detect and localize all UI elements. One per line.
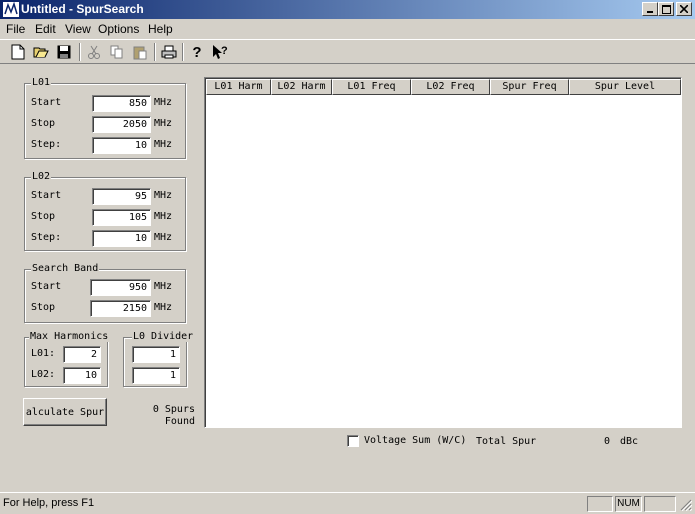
column-header-lo2-harm[interactable]: L02 Harm [271,79,332,95]
status-bar: For Help, press F1 NUM [0,492,695,514]
voltage-sum-label: Voltage Sum (W/C) [364,435,467,446]
lo2-stop-label: Stop [31,211,56,222]
toolbar-separator [182,43,184,61]
menu-help[interactable]: Help [148,22,173,36]
lo-divider-group: L0 Divider 1 1 [123,331,195,387]
save-icon[interactable] [54,43,74,61]
lo-divider-input-1[interactable]: 1 [132,346,180,363]
lo1-step-label: Step: [31,139,62,150]
spurs-found-count: 0 Spurs [152,404,195,415]
search-band-title: Search Band [31,263,100,274]
maximize-icon [661,4,671,14]
context-help-icon[interactable]: ? [210,43,230,61]
app-icon[interactable] [3,1,19,17]
title-bar: Untitled - SpurSearch [0,0,695,19]
menu-file[interactable]: File [6,22,25,36]
status-panel-scroll [644,496,676,512]
toolbar: ? ? [0,39,695,64]
lo2-step-label: Step: [31,232,62,243]
copy-icon[interactable] [107,43,127,61]
lo2-start-input[interactable]: 95 [92,188,151,205]
minimize-icon [647,11,653,13]
calculate-spur-button[interactable]: alculate Spur [23,398,107,426]
menu-bar: File Edit View Options Help [0,19,695,38]
max-harmonics-group: Max Harmonics L01: 2 L02: 10 [24,331,110,387]
search-band-start-input[interactable]: 950 [90,279,151,296]
harmonics-lo2-label: L02: [31,369,56,380]
spurs-found-label: Found [164,416,195,427]
harmonics-lo2-input[interactable]: 10 [63,367,101,384]
lo2-stop-input[interactable]: 105 [92,209,151,226]
harmonics-lo1-label: L01: [31,348,56,359]
lo1-start-input[interactable]: 850 [92,95,151,112]
lo1-start-unit: MHz [154,97,173,108]
lo1-stop-input[interactable]: 2050 [92,116,151,133]
minimize-button[interactable] [642,2,658,16]
close-button[interactable] [676,2,692,16]
search-band-stop-input[interactable]: 2150 [90,300,151,317]
search-band-stop-unit: MHz [154,302,173,313]
lo1-step-unit: MHz [154,139,173,150]
lo2-group: L02 Start 95 MHz Stop 105 MHz Step: 10 M… [24,171,186,251]
open-folder-icon[interactable] [31,43,51,61]
menu-view[interactable]: View [65,22,91,36]
maximize-button[interactable] [658,2,674,16]
total-spur-label: Total Spur [476,436,537,447]
column-header-spur-freq[interactable]: Spur Freq [490,79,569,95]
lo-divider-input-2[interactable]: 1 [132,367,180,384]
lo2-step-unit: MHz [154,232,173,243]
search-band-start-unit: MHz [154,281,173,292]
status-help-text: For Help, press F1 [3,497,95,509]
close-icon [680,5,688,13]
menu-edit[interactable]: Edit [35,22,56,36]
menu-options[interactable]: Options [98,22,139,36]
search-band-group: Search Band Start 950 MHz Stop 2150 MHz [24,263,186,323]
lo2-group-title: L02 [31,171,52,182]
search-band-start-label: Start [31,281,62,292]
lo1-stop-label: Stop [31,118,56,129]
column-header-spur-level[interactable]: Spur Level [569,79,681,95]
toolbar-separator [154,43,156,61]
cut-icon[interactable] [84,43,104,61]
max-harmonics-title: Max Harmonics [29,331,110,342]
spur-results-table[interactable]: L01 Harm L02 Harm L01 Freq L02 Freq Spur… [204,77,682,428]
spurs-found-text: 0 Spurs Found [120,404,195,428]
new-file-icon[interactable] [8,43,28,61]
column-header-lo2-freq[interactable]: L02 Freq [411,79,490,95]
lo2-stop-unit: MHz [154,211,173,222]
harmonics-lo1-input[interactable]: 2 [63,346,101,363]
lo2-step-input[interactable]: 10 [92,230,151,247]
total-spur-unit: dBc [620,436,639,447]
help-icon[interactable]: ? [187,43,207,61]
toolbar-separator [79,43,81,61]
lo2-start-label: Start [31,190,62,201]
search-band-stop-label: Stop [31,302,56,313]
resize-grip-icon[interactable] [680,499,692,511]
lo1-group: L01 Start 850 MHz Stop 2050 MHz Step: 10… [24,77,186,159]
status-panel-caps [587,496,613,512]
column-header-lo1-freq[interactable]: L01 Freq [332,79,411,95]
lo2-start-unit: MHz [154,190,173,201]
paste-icon[interactable] [130,43,150,61]
window-title: Untitled - SpurSearch [21,2,144,16]
total-spur-value: 0 [603,436,610,447]
svg-text:?: ? [221,45,228,57]
lo1-group-title: L01 [31,77,52,88]
lo1-start-label: Start [31,97,62,108]
print-icon[interactable] [159,43,179,61]
lo1-step-input[interactable]: 10 [92,137,151,154]
column-header-lo1-harm[interactable]: L01 Harm [206,79,271,95]
lo1-stop-unit: MHz [154,118,173,129]
lo-divider-title: L0 Divider [132,331,195,342]
voltage-sum-checkbox[interactable] [347,435,359,447]
status-panel-num: NUM [615,496,642,512]
